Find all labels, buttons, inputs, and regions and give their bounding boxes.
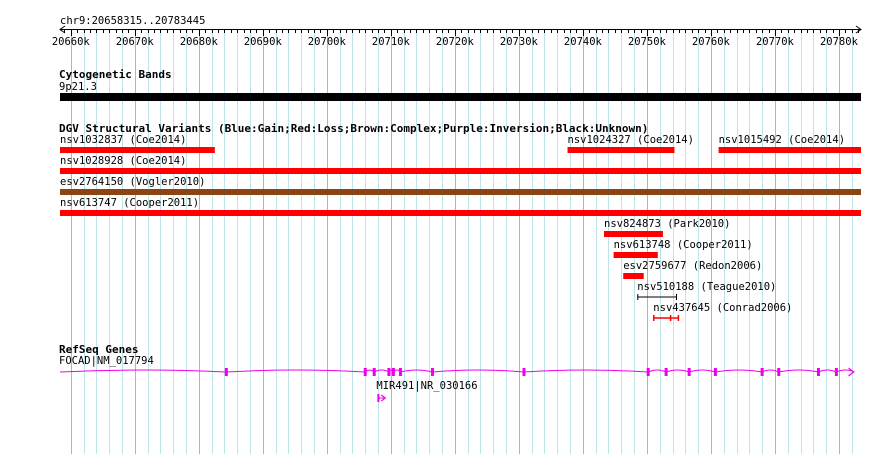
genome-browser-view: chr9:20658315..20783445 20660k 20670k 2068…: [0, 0, 890, 454]
gene-exon[interactable]: [816, 368, 820, 376]
gene-exon[interactable]: [224, 368, 228, 376]
gene-exon[interactable]: [398, 368, 402, 376]
variant-label: nsv1024327 (Coe2014): [568, 134, 694, 146]
variant-label: esv2759677 (Redon2006): [623, 260, 762, 272]
cytoband-label: 9p21.3: [59, 81, 97, 93]
refseq-genes-track: RefSeq Genes FOCAD|NM_017794MIR491|NR_03…: [59, 343, 855, 402]
cytoband-track-title: Cytogenetic Bands: [59, 68, 172, 81]
variant-label: nsv510188 (Teague2010): [637, 281, 776, 293]
gene-exon[interactable]: [687, 368, 691, 376]
variant-bar[interactable]: [718, 147, 861, 153]
variant-label: nsv613748 (Cooper2011): [614, 239, 753, 251]
cytoband-track: Cytogenetic Bands 9p21.3: [59, 68, 861, 101]
dgv-structural-variants-track: DGV Structural Variants (Blue:Gain;Red:L…: [59, 122, 861, 321]
gene-exon[interactable]: [430, 368, 434, 376]
variant-bar[interactable]: [60, 147, 215, 153]
gene-exon[interactable]: [664, 368, 668, 376]
ruler-tick-label: 20670k: [116, 36, 155, 48]
gene-exon[interactable]: [760, 368, 764, 376]
gene-exon[interactable]: [713, 368, 717, 376]
variant-label: nsv1032837 (Coe2014): [60, 134, 186, 146]
ruler-tick-label: 20780k: [820, 36, 859, 48]
gene-label: MIR491|NR_030166: [376, 380, 477, 392]
ruler-tick-label: 20700k: [308, 36, 347, 48]
gene-exon[interactable]: [372, 368, 376, 376]
variant-label: nsv613747 (Cooper2011): [60, 197, 199, 209]
gene-exon[interactable]: [391, 368, 395, 376]
gene-exon[interactable]: [777, 368, 781, 376]
gene-exon[interactable]: [834, 368, 838, 376]
cytoband-bar[interactable]: [60, 93, 861, 101]
gene-label: FOCAD|NM_017794: [59, 355, 154, 367]
gene-exon[interactable]: [363, 368, 367, 376]
ruler-tick-label: 20770k: [756, 36, 795, 48]
gene-exon[interactable]: [387, 368, 391, 376]
variant-label: esv2764150 (Vogler2010): [60, 176, 205, 188]
variant-bar[interactable]: [613, 252, 658, 258]
variant-label: nsv824873 (Park2010): [604, 218, 730, 230]
variant-label: nsv1028928 (Coe2014): [60, 155, 186, 167]
ruler-tick-label: 20750k: [628, 36, 667, 48]
variant-bar[interactable]: [60, 189, 861, 195]
ruler-tick-label: 20690k: [244, 36, 283, 48]
ruler-tick-label: 20720k: [436, 36, 475, 48]
ruler-tick-label: 20680k: [180, 36, 219, 48]
ruler-tick-label: 20710k: [372, 36, 411, 48]
variant-bar[interactable]: [60, 210, 861, 216]
ruler-tick-label: 20760k: [692, 36, 731, 48]
variant-label: nsv437645 (Conrad2006): [653, 302, 792, 314]
ruler-tick-label: 20660k: [52, 36, 91, 48]
variant-label: nsv1015492 (Coe2014): [719, 134, 845, 146]
gene-exon[interactable]: [646, 368, 650, 376]
variant-bar[interactable]: [604, 231, 663, 237]
browser-canvas: chr9:20658315..20783445 20660k 20670k 2068…: [52, 15, 862, 454]
variant-bar[interactable]: [623, 273, 644, 279]
gene-intron-line[interactable]: [59, 369, 855, 373]
variant-bar[interactable]: [567, 147, 675, 153]
gene-exon[interactable]: [522, 368, 526, 376]
ruler-tick-label: 20740k: [564, 36, 603, 48]
ruler-tick-label: 20730k: [500, 36, 539, 48]
variant-bar[interactable]: [60, 168, 861, 174]
location-label: chr9:20658315..20783445: [60, 15, 205, 27]
